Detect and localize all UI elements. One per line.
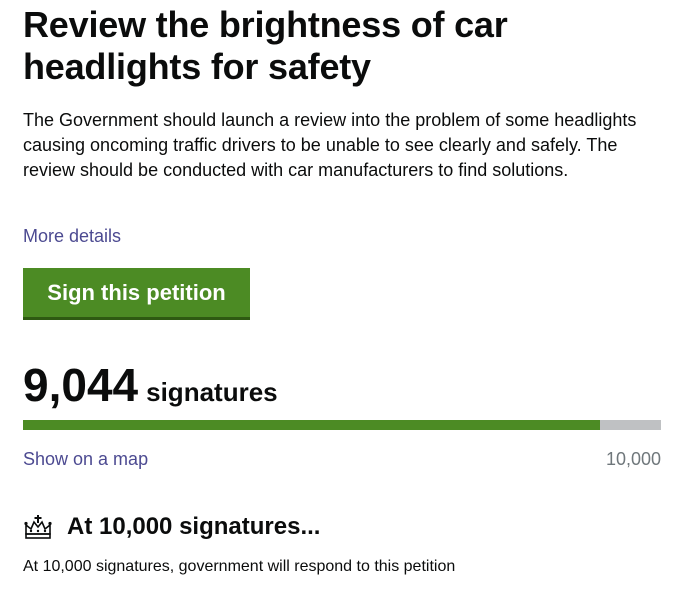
signature-count-label: signatures	[146, 377, 278, 407]
threshold-heading-text: At 10,000 signatures...	[67, 513, 321, 540]
petition-summary: The Government should launch a review in…	[23, 110, 637, 180]
signature-progress-bar	[23, 420, 661, 430]
threshold-description: At 10,000 signatures, government will re…	[23, 558, 456, 575]
signature-progress-fill	[23, 420, 600, 430]
signature-count: 9,044 signatures	[23, 360, 278, 410]
signature-target: 10,000	[605, 449, 661, 469]
petition-title: Review the brightness of car headlights …	[23, 4, 508, 87]
threshold-heading: At 10,000 signatures...	[23, 512, 320, 542]
signature-count-number: 9,044	[23, 359, 139, 411]
more-details-link[interactable]: More details	[23, 225, 121, 247]
sign-petition-button[interactable]: Sign this petition	[23, 268, 250, 320]
show-on-map-link[interactable]: Show on a map	[23, 448, 148, 470]
crown-icon	[24, 515, 52, 539]
